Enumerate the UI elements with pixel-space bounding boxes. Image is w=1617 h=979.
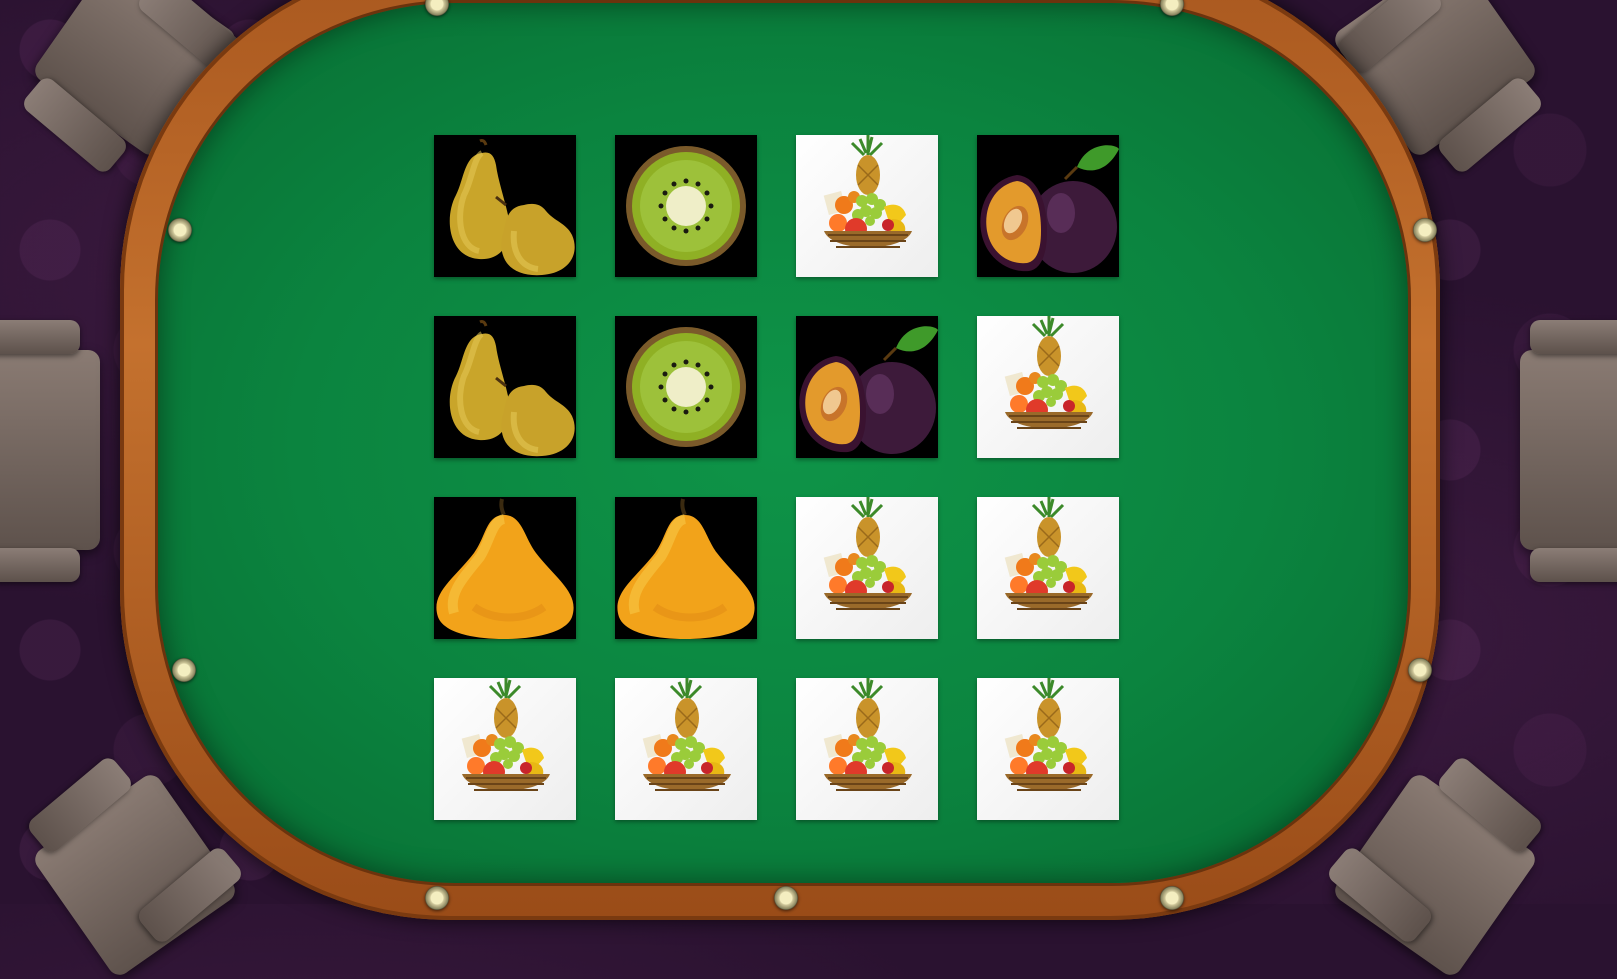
fruit-basket-icon — [796, 678, 938, 820]
fruit-basket-icon — [796, 497, 938, 639]
card-hidden[interactable] — [977, 316, 1119, 458]
rail-stud — [1160, 886, 1184, 910]
fruit-basket-icon — [615, 678, 757, 820]
mango-icon — [434, 497, 576, 639]
card-revealed[interactable] — [615, 316, 757, 458]
pear-icon — [434, 316, 576, 458]
pear-icon — [434, 135, 576, 277]
fruit-basket-icon — [434, 678, 576, 820]
chair-right — [1500, 300, 1617, 600]
rail-stud — [774, 886, 798, 910]
rail-stud — [1413, 218, 1437, 242]
plum-icon — [977, 135, 1119, 277]
card-revealed[interactable] — [434, 135, 576, 277]
kiwi-icon — [615, 316, 757, 458]
fruit-basket-icon — [977, 497, 1119, 639]
fruit-basket-icon — [977, 316, 1119, 458]
card-revealed[interactable] — [977, 135, 1119, 277]
rail-stud — [425, 886, 449, 910]
card-hidden[interactable] — [796, 135, 938, 277]
card-hidden[interactable] — [977, 497, 1119, 639]
mango-icon — [615, 497, 757, 639]
table-felt — [155, 0, 1411, 886]
card-hidden[interactable] — [796, 678, 938, 820]
card-revealed[interactable] — [615, 135, 757, 277]
card-revealed[interactable] — [434, 316, 576, 458]
fruit-basket-icon — [977, 678, 1119, 820]
plum-icon — [796, 316, 938, 458]
rail-stud — [168, 218, 192, 242]
chair-left — [0, 300, 120, 600]
rail-stud — [1408, 658, 1432, 682]
card-revealed[interactable] — [796, 316, 938, 458]
card-hidden[interactable] — [796, 497, 938, 639]
card-hidden[interactable] — [977, 678, 1119, 820]
card-hidden[interactable] — [434, 678, 576, 820]
kiwi-icon — [615, 135, 757, 277]
card-revealed[interactable] — [615, 497, 757, 639]
card-hidden[interactable] — [615, 678, 757, 820]
fruit-basket-icon — [796, 135, 938, 277]
card-revealed[interactable] — [434, 497, 576, 639]
rail-stud — [172, 658, 196, 682]
